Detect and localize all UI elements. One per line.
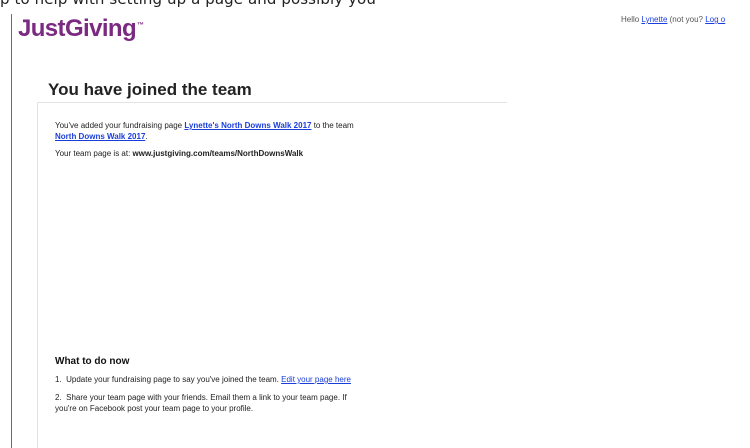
intro-line-2: North Downs Walk 2017. bbox=[55, 131, 148, 142]
logo-text: JustGiving bbox=[18, 15, 137, 42]
justgiving-logo[interactable]: JustGiving™ bbox=[18, 15, 144, 43]
intro-line-1: You've added your fundraising page Lynet… bbox=[55, 120, 354, 131]
step-1: 1. Update your fundraising page to say y… bbox=[55, 374, 351, 385]
title-divider bbox=[37, 102, 507, 103]
team-url-prefix: Your team page is at: bbox=[55, 149, 133, 158]
intro-mid: to the team bbox=[311, 121, 354, 130]
what-to-do-heading: What to do now bbox=[55, 356, 130, 367]
team-url-line: Your team page is at: www.justgiving.com… bbox=[55, 148, 303, 159]
step-2-line-1: 2. Share your team page with your friend… bbox=[55, 392, 347, 403]
screenshot-frame: p to help with setting up a page and pos… bbox=[0, 0, 750, 448]
user-name-link[interactable]: Lynette bbox=[641, 15, 667, 24]
team-link[interactable]: North Downs Walk 2017 bbox=[55, 132, 145, 141]
intro-prefix: You've added your fundraising page bbox=[55, 121, 185, 130]
content-left-border bbox=[37, 102, 38, 448]
step-text: Update your fundraising page to say you'… bbox=[66, 375, 282, 384]
step-number: 1. bbox=[55, 375, 62, 384]
step-text-continued: you're on Facebook post your team page t… bbox=[55, 404, 254, 413]
window-left-border bbox=[11, 14, 12, 448]
page-title: You have joined the team bbox=[48, 80, 252, 99]
logout-link[interactable]: Log o bbox=[705, 15, 725, 24]
step-2-line-2: you're on Facebook post your team page t… bbox=[55, 403, 253, 414]
not-you-text: (not you? bbox=[667, 15, 706, 24]
team-url: www.justgiving.com/teams/NorthDownsWalk bbox=[132, 149, 304, 158]
overlapping-document-text: p to help with setting up a page and pos… bbox=[0, 0, 376, 14]
intro-suffix: . bbox=[145, 132, 148, 141]
step-text: Share your team page with your friends. … bbox=[66, 393, 347, 402]
step-number: 2. bbox=[55, 393, 62, 402]
edit-page-link[interactable]: Edit your page here bbox=[281, 375, 351, 384]
fundraising-page-link[interactable]: Lynette's North Downs Walk 2017 bbox=[184, 121, 311, 130]
greeting-text: Hello bbox=[621, 15, 642, 24]
account-greeting: Hello Lynette (not you? Log o bbox=[621, 15, 725, 24]
logo-trademark: ™ bbox=[137, 22, 145, 29]
